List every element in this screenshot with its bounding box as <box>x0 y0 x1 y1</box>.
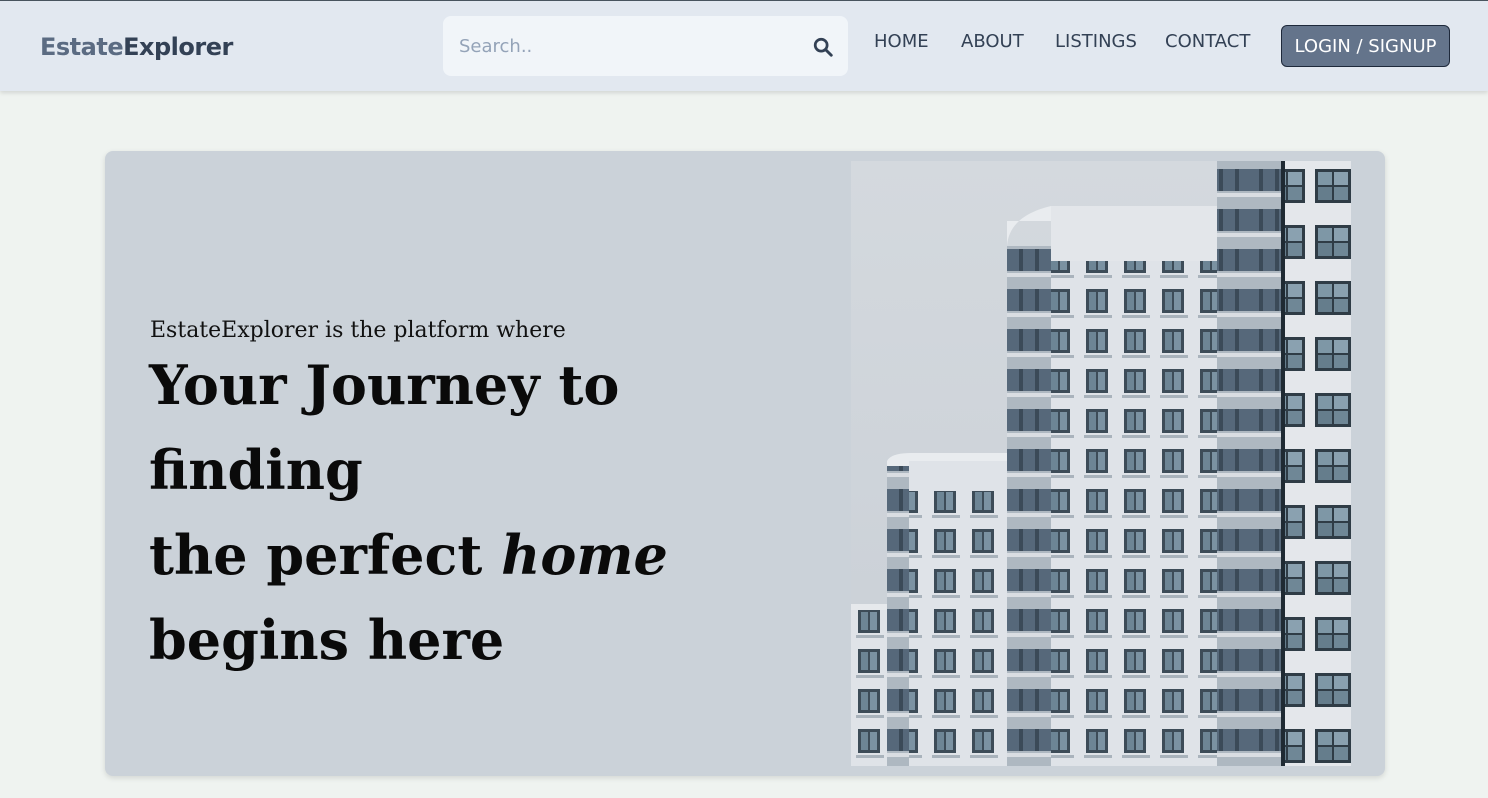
headline-line-3: begins here <box>149 608 505 672</box>
headline-line-1: Your Journey to finding <box>149 353 620 502</box>
nav-contact[interactable]: CONTACT <box>1165 31 1250 52</box>
nav-listings[interactable]: LISTINGS <box>1055 31 1137 52</box>
headline-emphasis-home: home <box>501 523 668 587</box>
search-bar <box>443 16 848 76</box>
site-logo[interactable]: EstateExplorer <box>40 33 233 61</box>
apartment-buildings-photo <box>851 161 1351 766</box>
login-signup-button[interactable]: LOGIN / SIGNUP <box>1281 25 1450 67</box>
logo-part-explorer: Explorer <box>123 33 233 61</box>
nav-home[interactable]: HOME <box>874 31 929 52</box>
logo-part-estate: Estate <box>40 33 124 61</box>
search-icon[interactable] <box>812 36 834 58</box>
hero-card: EstateExplorer is the platform where You… <box>105 151 1385 776</box>
hero-tagline: EstateExplorer is the platform where <box>150 318 566 343</box>
search-input[interactable] <box>443 16 803 76</box>
site-header: EstateExplorer HOME ABOUT LISTINGS CONTA… <box>0 1 1488 91</box>
headline-line-2-prefix: the perfect <box>149 523 502 587</box>
nav-about[interactable]: ABOUT <box>961 31 1024 52</box>
hero-headline: Your Journey to finding the perfect home… <box>149 343 829 683</box>
